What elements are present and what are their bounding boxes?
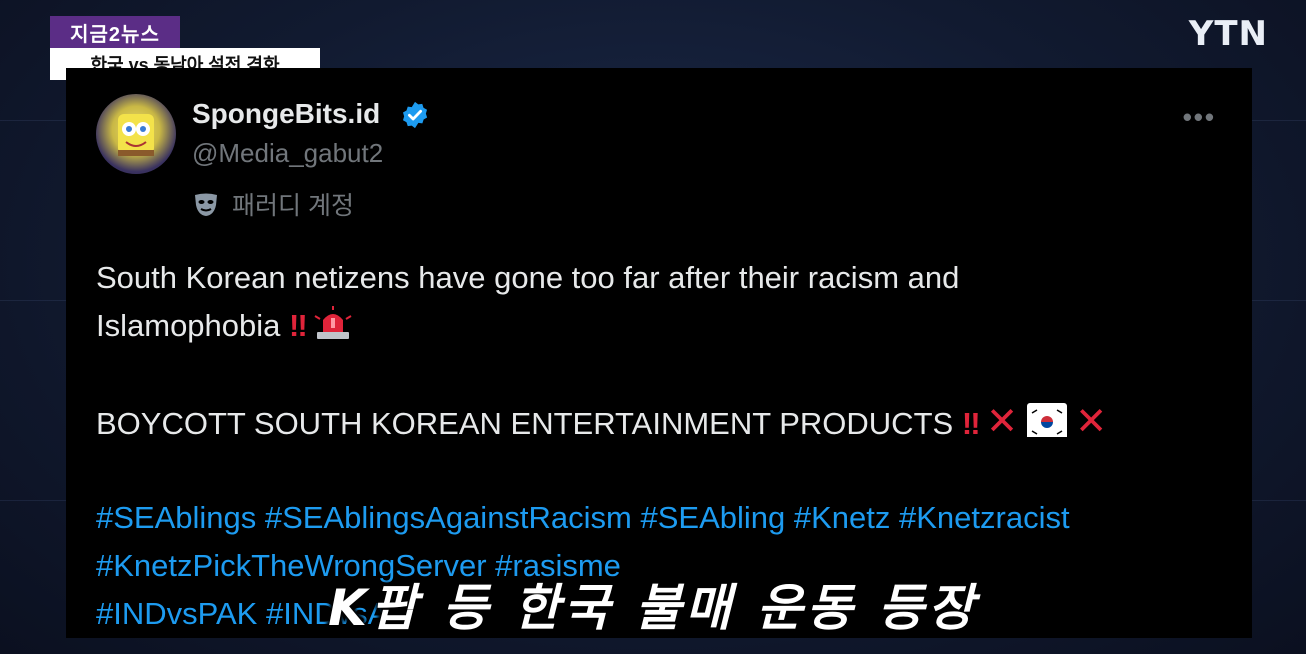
tweet-text-line: Islamophobia ‼ [96,302,353,350]
parody-label: 패러디 계정 [192,186,354,222]
double-exclamation-emoji: ‼ [289,308,308,343]
cross-mark-emoji: ✕ [986,401,1019,443]
cross-mark-emoji: ✕ [1075,401,1108,443]
channel-logo: YTN [1188,14,1268,54]
avatar[interactable] [96,94,176,174]
hashtag-line[interactable]: #SEAblings #SEAblingsAgainstRacism #SEAb… [96,494,1070,542]
double-exclamation-emoji: ‼ [961,406,981,441]
siren-emoji [313,306,353,340]
display-name[interactable]: SpongeBits.id [192,98,380,130]
news-caption: K팝 등 한국 불매 운동 등장 [328,579,978,637]
south-korea-flag-emoji [1026,403,1067,437]
more-icon[interactable]: ••• [1183,102,1216,133]
verified-badge-icon [403,101,428,129]
tweet-boycott-line: BOYCOTT SOUTH KOREAN ENTERTAINMENT PRODU… [96,398,1107,448]
tweet-card[interactable]: SpongeBits.id @Media_gabut2 패러디 계정 ••• S… [66,68,1252,638]
tweet-text-word: Islamophobia [96,308,281,343]
tweet-text-line: South Korean netizens have gone too far … [96,260,960,295]
boycott-text: BOYCOTT SOUTH KOREAN ENTERTAINMENT PRODU… [96,406,954,441]
spongebob-avatar-icon [118,114,154,156]
program-badge: 지금2뉴스 [50,16,180,48]
account-type-label: 패러디 계정 [232,192,354,220]
handle[interactable]: @Media_gabut2 [192,138,383,169]
mask-icon [195,193,217,216]
